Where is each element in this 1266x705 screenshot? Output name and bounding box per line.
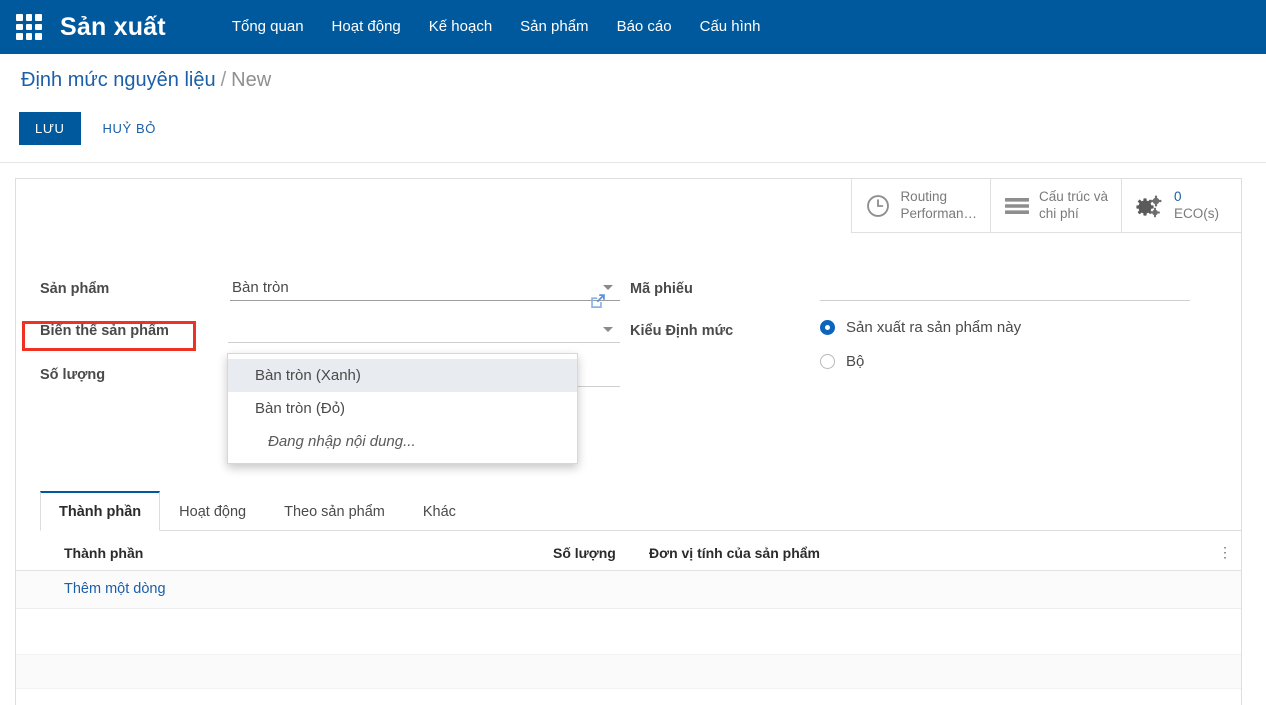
product-variant-input[interactable] [228,319,620,343]
product-input[interactable] [230,277,620,301]
field-label-quantity: Số lượng [40,367,106,383]
apps-grid-icon[interactable] [16,14,42,40]
smart-button-routing-line1: Routing [900,188,947,204]
dropdown-loading-hint: Đang nhập nội dung... [268,433,416,450]
navbar-menu: Tổng quan Hoạt động Kế hoạch Sản phẩm Bá… [218,0,775,54]
clock-icon [865,193,891,219]
breadcrumb-current: New [231,69,272,91]
tab-thanh-phan[interactable]: Thành phần [40,491,161,531]
radio-option-kit[interactable]: Bộ [820,353,1190,370]
nav-item-ke-hoach[interactable]: Kế hoạch [415,0,506,54]
external-link-icon[interactable] [588,291,608,316]
app-brand-title: Sản xuất [60,12,166,41]
smart-button-routing-line2: Performan… [900,205,977,221]
product-variant-chevron-down-icon[interactable] [603,327,613,332]
notebook-tabs: Thành phần Hoạt động Theo sản phẩm Khác [40,491,1241,531]
reference-input[interactable] [820,277,1190,301]
table-empty-area-2 [16,654,1241,689]
nav-item-bao-cao[interactable]: Báo cáo [603,0,686,54]
smart-button-eco-count: 0 [1174,188,1182,204]
smart-button-structure-cost[interactable]: Cấu trúc và chi phí [989,179,1121,233]
column-header-uom: Đơn vị tính của sản phẩm [649,544,820,561]
smart-button-routing-performance[interactable]: Routing Performan… [851,179,990,233]
form-column-right: Mã phiếu Kiểu Định mức Sản xuất ra sản p… [630,277,1190,399]
dropdown-option-ban-tron-xanh[interactable]: Bàn tròn (Xanh) [228,359,577,392]
gears-icon [1135,193,1165,219]
radio-option-manufacture-label: Sản xuất ra sản phẩm này [846,319,1022,336]
nav-item-san-pham[interactable]: Sản phẩm [506,0,602,54]
nav-item-hoat-dong[interactable]: Hoạt động [318,0,415,54]
save-button[interactable]: LƯU [19,112,81,145]
tab-hoat-dong[interactable]: Hoạt động [160,492,265,530]
field-row-reference: Mã phiếu [630,277,1190,301]
field-control-bom-type: Sản xuất ra sản phẩm này Bộ [820,319,1190,387]
smart-button-structure-line1: Cấu trúc và [1038,188,1108,204]
tab-khac[interactable]: Khác [404,492,475,530]
breadcrumb-separator: / [220,69,227,91]
smart-button-structure-label: Cấu trúc và chi phí [1039,189,1108,223]
field-control-reference [820,277,1190,301]
header-divider [0,162,1266,163]
tab-theo-san-pham[interactable]: Theo sản phẩm [265,492,404,530]
nav-item-cau-hinh[interactable]: Cấu hình [686,0,775,54]
radio-option-manufacture[interactable]: Sản xuất ra sản phẩm này [820,319,1190,336]
smart-button-eco-text: ECO(s) [1174,205,1219,221]
record-control-buttons: LƯU HUỶ BỎ [19,112,170,145]
kebab-menu-icon[interactable]: ⋮ [1209,544,1241,561]
field-label-bom-type: Kiểu Định mức [630,323,734,339]
field-control-product-variant [228,319,620,343]
form-sheet: Routing Performan… Cấu trúc và chi phí 0… [15,178,1242,705]
field-control-product [230,277,620,301]
smart-button-eco[interactable]: 0 ECO(s) [1121,179,1241,233]
smart-button-structure-line2: chi phí [1038,205,1079,221]
column-header-quantity: Số lượng [553,544,616,561]
nav-item-tong-quan[interactable]: Tổng quan [218,0,318,54]
breadcrumb: Định mức nguyên liệu / New [21,69,271,92]
components-table: Thành phần Số lượng Đơn vị tính của sản … [16,536,1241,689]
list-lines-icon [1004,195,1030,217]
field-label-product: Sản phẩm [40,281,110,297]
field-label-product-variant: Biến thể sản phẩm [40,323,169,339]
add-a-line-button[interactable]: Thêm một dòng [16,571,1241,609]
field-row-product-variant: Biến thể sản phẩm [40,319,620,343]
smart-button-routing-label: Routing Performan… [900,189,977,223]
dropdown-option-ban-tron-do[interactable]: Bàn tròn (Đỏ) [228,392,577,425]
smart-button-eco-label: 0 ECO(s) [1174,189,1219,223]
radio-selected-icon [820,320,835,335]
radio-option-kit-label: Bộ [846,353,865,370]
discard-button[interactable]: HUỶ BỎ [89,112,170,145]
smart-button-bar: Routing Performan… Cấu trúc và chi phí 0… [851,179,1241,233]
product-chevron-down-icon[interactable] [603,285,613,290]
breadcrumb-root[interactable]: Định mức nguyên liệu [21,69,216,91]
app-root: Sản xuất Tổng quan Hoạt động Kế hoạch Sả… [0,0,1266,705]
column-header-component: Thành phần [64,544,144,561]
field-row-bom-type: Kiểu Định mức Sản xuất ra sản phẩm này B… [630,319,1190,387]
radio-unselected-icon [820,354,835,369]
field-label-reference: Mã phiếu [630,281,693,297]
top-navbar: Sản xuất Tổng quan Hoạt động Kế hoạch Sả… [0,0,1266,54]
table-empty-area-1 [16,609,1241,654]
field-row-product: Sản phẩm [40,277,620,301]
product-variant-autocomplete-dropdown: Bàn tròn (Xanh) Bàn tròn (Đỏ) Đang nhập … [227,353,578,464]
table-header-row: Thành phần Số lượng Đơn vị tính của sản … [16,536,1241,571]
